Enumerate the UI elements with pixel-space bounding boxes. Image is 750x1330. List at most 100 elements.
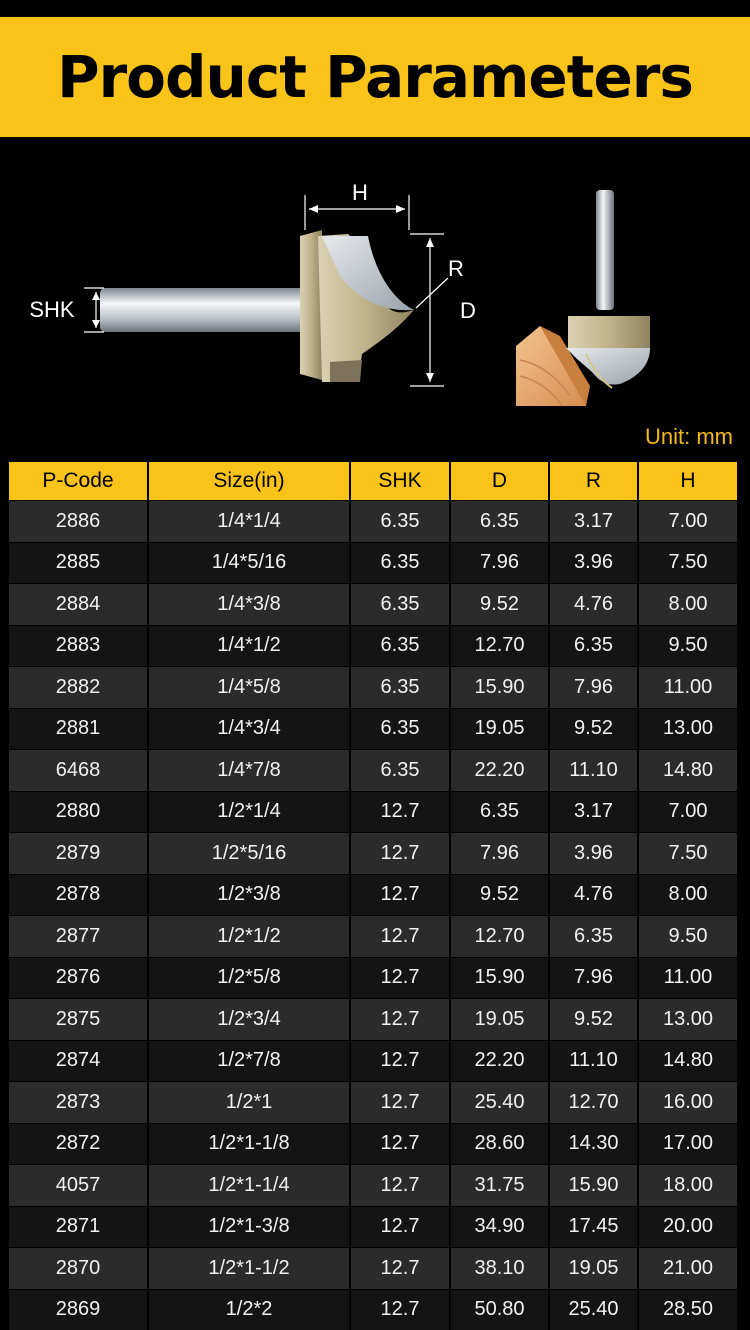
table-row: 28841/4*3/86.359.524.768.00 [9, 583, 737, 625]
cell-size: 1/2*5/8 [149, 957, 351, 999]
cell-size: 1/2*2 [149, 1289, 351, 1330]
cell-r: 19.05 [550, 1247, 639, 1289]
cell-d: 6.35 [451, 500, 550, 542]
cell-d: 38.10 [451, 1247, 550, 1289]
router-bit-illustration: H D R SHK [0, 150, 750, 420]
header-h: H [639, 462, 737, 500]
cell-p-code: 2884 [9, 583, 149, 625]
cell-h: 11.00 [639, 957, 737, 999]
cell-p-code: 2879 [9, 832, 149, 874]
cell-p-code: 2871 [9, 1206, 149, 1248]
dimension-label-h: H [352, 180, 368, 205]
cell-d: 25.40 [451, 1081, 550, 1123]
table-row: 28811/4*3/46.3519.059.5213.00 [9, 708, 737, 750]
table-row: 28851/4*5/166.357.963.967.50 [9, 542, 737, 584]
cell-d: 6.35 [451, 791, 550, 833]
cell-d: 12.70 [451, 625, 550, 667]
dimension-label-shk: SHK [29, 297, 75, 322]
cell-h: 16.00 [639, 1081, 737, 1123]
cell-r: 6.35 [550, 915, 639, 957]
cell-p-code: 2880 [9, 791, 149, 833]
cell-r: 17.45 [550, 1206, 639, 1248]
cell-p-code: 4057 [9, 1164, 149, 1206]
cell-d: 12.70 [451, 915, 550, 957]
cell-shk: 12.7 [351, 1040, 451, 1082]
cell-h: 8.00 [639, 874, 737, 916]
cell-r: 4.76 [550, 583, 639, 625]
cell-shk: 6.35 [351, 749, 451, 791]
cell-p-code: 2875 [9, 998, 149, 1040]
cell-d: 7.96 [451, 542, 550, 584]
cell-shk: 12.7 [351, 832, 451, 874]
cell-size: 1/2*1-1/2 [149, 1247, 351, 1289]
table-header-row: P-Code Size(in) SHK D R H [9, 462, 737, 500]
cell-r: 3.17 [550, 791, 639, 833]
cell-size: 1/2*1/2 [149, 915, 351, 957]
cell-size: 1/2*1-1/8 [149, 1123, 351, 1165]
cell-shk: 12.7 [351, 1247, 451, 1289]
cell-size: 1/2*7/8 [149, 1040, 351, 1082]
cell-h: 13.00 [639, 708, 737, 750]
cell-shk: 12.7 [351, 874, 451, 916]
cell-shk: 6.35 [351, 500, 451, 542]
cell-h: 14.80 [639, 749, 737, 791]
page-title: Product Parameters [0, 17, 750, 137]
cell-r: 11.10 [550, 749, 639, 791]
cell-p-code: 2872 [9, 1123, 149, 1165]
cell-d: 28.60 [451, 1123, 550, 1165]
table-row: 28741/2*7/812.722.2011.1014.80 [9, 1040, 737, 1082]
cell-d: 7.96 [451, 832, 550, 874]
unit-label: Unit: mm [645, 424, 733, 450]
cell-r: 7.96 [550, 957, 639, 999]
cell-h: 13.00 [639, 998, 737, 1040]
cell-d: 15.90 [451, 666, 550, 708]
cell-p-code: 6468 [9, 749, 149, 791]
dimension-label-d: D [460, 298, 476, 323]
cell-size: 1/4*1/2 [149, 625, 351, 667]
table-row: 28791/2*5/1612.77.963.967.50 [9, 832, 737, 874]
cell-size: 1/4*7/8 [149, 749, 351, 791]
cell-size: 1/4*5/8 [149, 666, 351, 708]
cell-r: 12.70 [550, 1081, 639, 1123]
cell-p-code: 2869 [9, 1289, 149, 1330]
dimension-label-r: R [448, 256, 464, 281]
cell-d: 19.05 [451, 998, 550, 1040]
parameters-table: P-Code Size(in) SHK D R H 28861/4*1/46.3… [9, 462, 737, 1330]
cell-p-code: 2870 [9, 1247, 149, 1289]
table-row: 28771/2*1/212.712.706.359.50 [9, 915, 737, 957]
cell-shk: 12.7 [351, 915, 451, 957]
cell-d: 34.90 [451, 1206, 550, 1248]
header-d: D [451, 462, 550, 500]
cell-shk: 6.35 [351, 542, 451, 584]
cell-r: 4.76 [550, 874, 639, 916]
cell-r: 9.52 [550, 998, 639, 1040]
cell-r: 3.96 [550, 542, 639, 584]
cell-shk: 12.7 [351, 1164, 451, 1206]
cell-p-code: 2878 [9, 874, 149, 916]
header-size: Size(in) [149, 462, 351, 500]
title-banner: Product Parameters [0, 17, 750, 137]
cell-r: 11.10 [550, 1040, 639, 1082]
table-row: 28781/2*3/812.79.524.768.00 [9, 874, 737, 916]
cell-r: 9.52 [550, 708, 639, 750]
cell-p-code: 2877 [9, 915, 149, 957]
cell-r: 6.35 [550, 625, 639, 667]
table-row: 64681/4*7/86.3522.2011.1014.80 [9, 749, 737, 791]
table-row: 40571/2*1-1/412.731.7515.9018.00 [9, 1164, 737, 1206]
cell-h: 21.00 [639, 1247, 737, 1289]
cell-r: 25.40 [550, 1289, 639, 1330]
cell-p-code: 2885 [9, 542, 149, 584]
cell-h: 28.50 [639, 1289, 737, 1330]
cell-h: 9.50 [639, 625, 737, 667]
cell-d: 15.90 [451, 957, 550, 999]
table-row: 28691/2*212.750.8025.4028.50 [9, 1289, 737, 1330]
cell-h: 20.00 [639, 1206, 737, 1248]
cell-d: 9.52 [451, 874, 550, 916]
cell-shk: 12.7 [351, 957, 451, 999]
cell-p-code: 2883 [9, 625, 149, 667]
cell-shk: 12.7 [351, 791, 451, 833]
cell-shk: 6.35 [351, 708, 451, 750]
table-row: 28761/2*5/812.715.907.9611.00 [9, 957, 737, 999]
cell-shk: 12.7 [351, 1081, 451, 1123]
cell-h: 8.00 [639, 583, 737, 625]
